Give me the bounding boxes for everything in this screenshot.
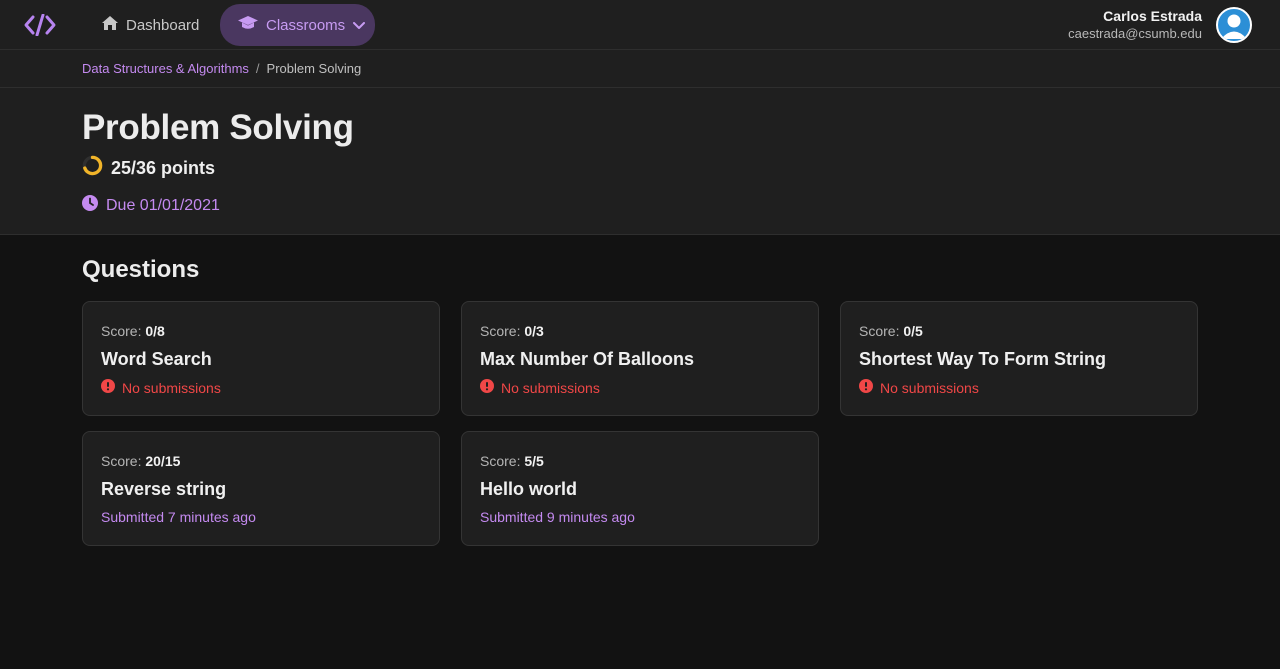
nav-dashboard-label: Dashboard (126, 16, 200, 34)
alert-circle-icon (859, 379, 873, 396)
nav-dashboard-link[interactable]: Dashboard (84, 4, 217, 46)
nav-classrooms-dropdown[interactable]: Classrooms (220, 4, 375, 46)
question-title: Max Number Of Balloons (480, 349, 695, 369)
question-score: Score: 0/3 (480, 323, 544, 339)
clock-icon (82, 195, 98, 216)
user-info: Carlos Estrada caestrada@csumb.edu (1068, 8, 1202, 43)
questions-heading: Questions (82, 256, 200, 283)
score-value: 0/8 (145, 323, 165, 339)
question-card[interactable]: Score: 0/8 Word Search No submissions (82, 301, 440, 416)
alert-circle-icon (480, 379, 494, 396)
question-score: Score: 5/5 (480, 453, 544, 469)
score-value: 5/5 (524, 453, 544, 469)
question-status: No submissions (101, 379, 221, 396)
user-name: Carlos Estrada (1103, 8, 1202, 24)
assignment-header: Problem Solving 25/36 points Due 01/01/2… (0, 88, 1280, 235)
score-label: Score: (859, 323, 900, 339)
question-status: No submissions (480, 379, 600, 396)
page-title: Problem Solving (82, 108, 354, 147)
due-date: Due 01/01/2021 (82, 195, 220, 216)
question-status: Submitted 7 minutes ago (101, 509, 256, 525)
score-value: 0/3 (524, 323, 544, 339)
home-icon (102, 16, 118, 34)
code-logo-icon[interactable] (24, 12, 56, 38)
status-text: No submissions (880, 379, 979, 396)
question-card[interactable]: Score: 5/5 Hello world Submitted 9 minut… (461, 431, 819, 546)
question-card[interactable]: Score: 20/15 Reverse string Submitted 7 … (82, 431, 440, 546)
chevron-down-icon (353, 17, 366, 34)
points-text: 25/36 points (111, 157, 216, 178)
user-email: caestrada@csumb.edu (1068, 26, 1202, 41)
question-status: No submissions (859, 379, 979, 396)
nav-classrooms-label: Classrooms (266, 16, 346, 34)
breadcrumb-separator: / (255, 61, 260, 76)
question-title: Hello world (480, 479, 578, 499)
question-title: Word Search (101, 349, 212, 369)
score-value: 0/5 (903, 323, 923, 339)
breadcrumb-classroom-link[interactable]: Data Structures & Algorithms (82, 61, 249, 76)
status-text: No submissions (501, 379, 600, 396)
question-card[interactable]: Score: 0/3 Max Number Of Balloons No sub… (461, 301, 819, 416)
score-label: Score: (480, 323, 521, 339)
question-title: Reverse string (101, 479, 227, 499)
top-navbar: Dashboard Classrooms Carlos Estrada caes… (0, 0, 1280, 50)
score-value: 20/15 (145, 453, 181, 469)
status-text: Submitted 9 minutes ago (480, 509, 635, 525)
question-score: Score: 0/5 (859, 323, 923, 339)
breadcrumb-current: Problem Solving (266, 61, 362, 76)
due-date-text: Due 01/01/2021 (106, 196, 220, 214)
points-summary: 25/36 points (82, 155, 215, 181)
alert-circle-icon (101, 379, 115, 396)
score-label: Score: (480, 453, 521, 469)
progress-ring-icon (82, 155, 103, 181)
score-label: Score: (101, 323, 142, 339)
score-label: Score: (101, 453, 142, 469)
question-title: Shortest Way To Form String (859, 349, 1107, 369)
avatar[interactable] (1216, 7, 1252, 43)
question-status: Submitted 9 minutes ago (480, 509, 635, 525)
status-text: No submissions (122, 379, 221, 396)
question-card[interactable]: Score: 0/5 Shortest Way To Form String N… (840, 301, 1198, 416)
question-score: Score: 0/8 (101, 323, 165, 339)
question-score: Score: 20/15 (101, 453, 180, 469)
graduation-cap-icon (238, 16, 258, 34)
status-text: Submitted 7 minutes ago (101, 509, 256, 525)
breadcrumb: Data Structures & Algorithms / Problem S… (0, 50, 1280, 88)
